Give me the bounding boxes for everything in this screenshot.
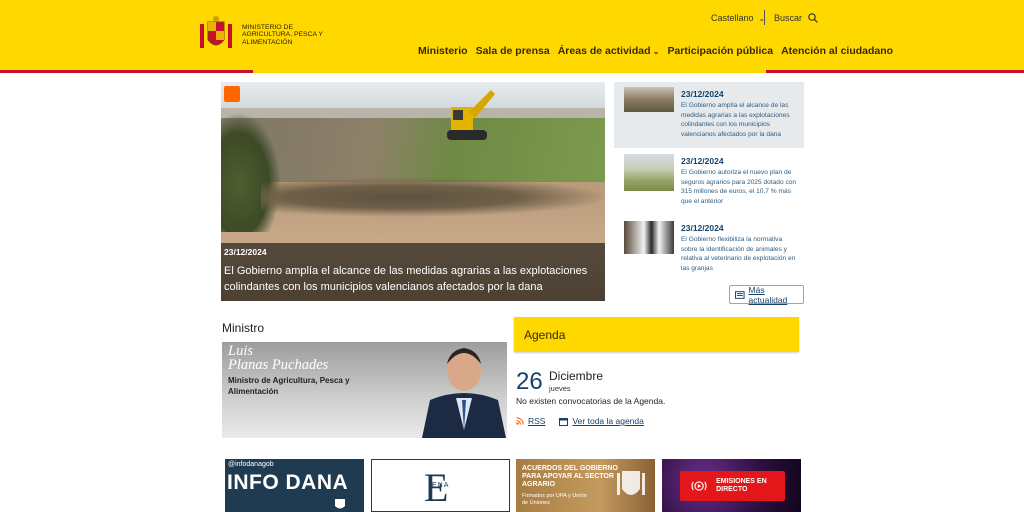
banner-live[interactable]: EMISIONES EN DIRECTO [662, 459, 801, 512]
news-text[interactable]: El Gobierno amplía el alcance de las med… [681, 101, 799, 139]
news-date: 23/12/2024 [681, 223, 724, 233]
banner-info-dana[interactable]: @infodanagob INFO DANA [225, 459, 364, 512]
site-header: MINISTERIO DE AGRICULTURA, PESCA Y ALIME… [0, 0, 1024, 70]
ministry-logo[interactable]: MINISTERIO DE AGRICULTURA, PESCA Y ALIME… [198, 16, 332, 54]
header-divider [764, 10, 765, 25]
excavator-image [447, 90, 495, 140]
hero-date: 23/12/2024 [224, 247, 267, 257]
minister-name: Luis Planas Puchades [228, 343, 329, 373]
news-text[interactable]: El Gobierno flexibiliza la normativa sob… [681, 235, 799, 273]
nav-item-sala-de-prensa[interactable]: Sala de prensa [476, 45, 550, 57]
nav-item-ministerio[interactable]: Ministerio [418, 45, 468, 57]
calendar-icon [559, 417, 569, 426]
banner-ena-text: ENA [432, 482, 450, 489]
news-text[interactable]: El Gobierno autoriza el nuevo plan de se… [681, 168, 799, 206]
live-badge: EMISIONES EN DIRECTO [680, 471, 785, 501]
news-thumbnail [624, 87, 674, 112]
news-date: 23/12/2024 [681, 89, 724, 99]
nav-item-areas-de-actividad[interactable]: Áreas de actividad [558, 45, 660, 57]
minister-photo [422, 348, 506, 438]
banner-dana-title: INFO DANA [227, 471, 349, 494]
agenda-rss-link[interactable]: RSS [528, 416, 545, 426]
news-thumbnail [624, 154, 674, 191]
minister-last-name: Planas Puchades [228, 357, 329, 373]
language-selector[interactable]: Castellano ⌄ [711, 13, 765, 23]
government-shield-icon [335, 499, 345, 509]
news-date: 23/12/2024 [681, 156, 724, 166]
rss-icon[interactable] [224, 86, 240, 102]
nav-item-atencion-al-ciudadano[interactable]: Atención al ciudadano [781, 45, 893, 57]
broadcast-play-icon [691, 481, 707, 491]
banner-dana-handle: @infodanagob [228, 461, 274, 468]
agenda-weekday: jueves [549, 384, 571, 393]
banner-acuerdos[interactable]: ACUERDOS DEL GOBIERNO PARA APOYAR AL SEC… [516, 459, 655, 512]
main-nav: Ministerio Sala de prensa Áreas de activ… [418, 45, 901, 57]
news-item[interactable]: 23/12/2024 El Gobierno autoriza el nuevo… [614, 149, 804, 215]
agenda-empty-text: No existen convocatorias de la Agenda. [516, 396, 666, 406]
banner-ena[interactable]: E ENA [371, 459, 510, 512]
search-label: Buscar [774, 13, 803, 23]
hero-news[interactable]: 23/12/2024 El Gobierno amplía el alcance… [221, 82, 605, 301]
rss-icon [516, 417, 524, 425]
minister-section-title: Ministro [222, 321, 265, 335]
live-text: EMISIONES EN DIRECTO [716, 477, 767, 494]
hero-title[interactable]: El Gobierno amplía el alcance de las med… [224, 263, 602, 295]
coat-of-arms-icon [200, 16, 232, 48]
hero-caption: 23/12/2024 El Gobierno amplía el alcance… [221, 243, 605, 301]
banner-acuerdos-subtitle: Firmados por UPA y Unión de Uniones [522, 493, 587, 506]
minister-first-name: Luis [228, 343, 253, 359]
newspaper-icon [735, 290, 745, 299]
coat-of-arms-icon [617, 471, 645, 495]
agenda-all-link[interactable]: Ver toda la agenda [572, 416, 643, 426]
nav-item-participacion-publica[interactable]: Participación pública [667, 45, 773, 57]
more-news-button[interactable]: Más actualidad [729, 284, 804, 305]
more-news-label: Más actualidad [748, 284, 788, 305]
agenda-day: 26 [516, 368, 543, 395]
agenda-header: Agenda [514, 317, 799, 352]
minister-card[interactable]: Luis Planas Puchades Ministro de Agricul… [222, 342, 507, 438]
news-item[interactable]: 23/12/2024 El Gobierno flexibiliza la no… [614, 216, 804, 282]
logo-text: MINISTERIO DE AGRICULTURA, PESCA Y ALIME… [242, 23, 323, 46]
minister-role: Ministro de Agricultura, Pesca y Aliment… [228, 376, 350, 396]
search-icon [808, 13, 818, 23]
banner-acuerdos-title: ACUERDOS DEL GOBIERNO PARA APOYAR AL SEC… [522, 465, 618, 488]
agenda-month: Diciembre [549, 369, 604, 383]
agenda-links: RSS Ver toda la agenda [516, 416, 658, 426]
search-button[interactable]: Buscar [774, 13, 818, 23]
news-item[interactable]: 23/12/2024 El Gobierno amplía el alcance… [614, 82, 804, 148]
header-red-line [0, 70, 1024, 73]
language-label: Castellano [711, 13, 754, 23]
news-thumbnail [624, 221, 674, 254]
